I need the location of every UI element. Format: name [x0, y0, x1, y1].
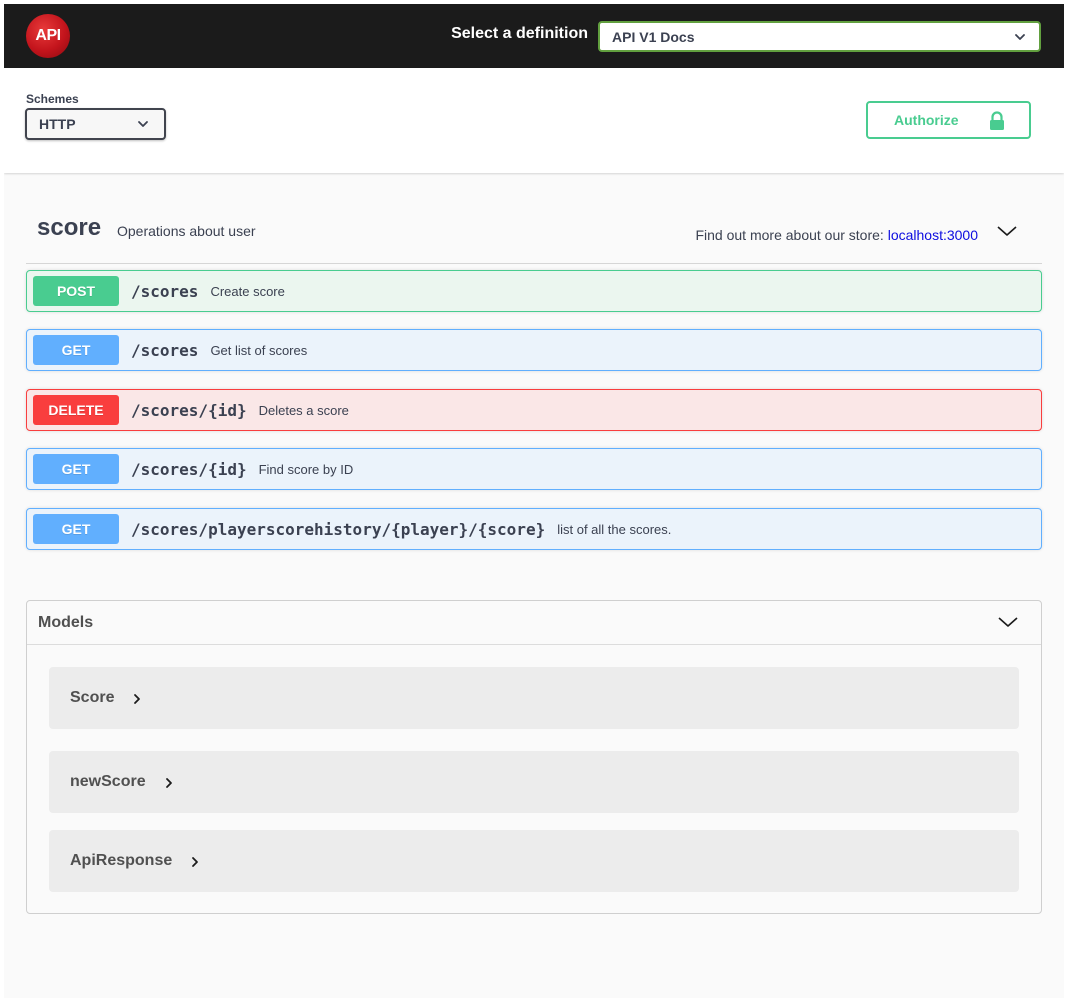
topbar: API Select a definition API V1 Docs — [4, 4, 1064, 68]
model-item-apiresponse[interactable]: ApiResponse — [49, 830, 1019, 892]
opblock-post-scores[interactable]: POST /scores Create score — [26, 270, 1042, 312]
model-name: newScore — [70, 773, 146, 790]
operation-path: /scores — [131, 340, 199, 360]
opblock-get-score-by-id[interactable]: GET /scores/{id} Find score by ID — [26, 448, 1042, 490]
chevron-down-icon[interactable] — [996, 224, 1018, 238]
chevron-right-icon — [192, 857, 199, 867]
operation-summary: Deletes a score — [258, 402, 349, 418]
authorize-button[interactable]: Authorize — [866, 101, 1031, 139]
chevron-down-icon — [138, 121, 148, 127]
model-name: Score — [70, 689, 115, 706]
models-header[interactable]: Models — [27, 601, 1041, 645]
tag-external-prefix: Find out more about our store: — [695, 227, 884, 243]
operation-summary: Find score by ID — [258, 461, 354, 477]
tag-name: score — [37, 214, 102, 241]
method-badge: DELETE — [33, 395, 119, 425]
operation-path: /scores/{id} — [131, 400, 247, 420]
models-section: Models Score newScore ApiResponse — [26, 600, 1042, 914]
tag-header-score[interactable]: score Operations about user Find out mor… — [26, 198, 1042, 264]
opblock-delete-score[interactable]: DELETE /scores/{id} Deletes a score — [26, 389, 1042, 431]
method-badge: GET — [33, 335, 119, 365]
method-badge: POST — [33, 276, 119, 306]
operation-summary: Get list of scores — [210, 342, 308, 358]
schemes-selected-value: HTTP — [39, 116, 76, 132]
swagger-ui: API Select a definition API V1 Docs Sche… — [4, 4, 1064, 998]
api-logo[interactable]: API — [26, 14, 70, 58]
authorize-label: Authorize — [894, 112, 959, 128]
opblock-get-player-score-history[interactable]: GET /scores/playerscorehistory/{player}/… — [26, 508, 1042, 550]
opblock-get-scores[interactable]: GET /scores Get list of scores — [26, 329, 1042, 371]
schemes-label: Schemes — [26, 92, 79, 106]
operation-path: /scores — [131, 281, 199, 301]
definition-label: Select a definition — [451, 25, 588, 42]
model-item-score[interactable]: Score — [49, 667, 1019, 729]
operation-summary: Create score — [210, 283, 285, 299]
schemes-select[interactable]: HTTP — [25, 108, 166, 140]
tag-description: Operations about user — [117, 223, 256, 239]
operation-path: /scores/playerscorehistory/{player}/{sco… — [131, 519, 546, 539]
tag-external-link[interactable]: localhost:3000 — [888, 227, 978, 243]
operation-path: /scores/{id} — [131, 459, 247, 479]
model-item-newscore[interactable]: newScore — [49, 751, 1019, 813]
logo-text: API — [35, 27, 61, 44]
chevron-down-icon[interactable] — [997, 615, 1019, 629]
method-badge: GET — [33, 514, 119, 544]
operation-summary: list of all the scores. — [557, 521, 672, 537]
chevron-right-icon — [134, 694, 141, 704]
lock-icon — [990, 111, 1004, 130]
definition-selected-value: API V1 Docs — [612, 28, 695, 45]
tag-external-docs: Find out more about our store: localhost… — [695, 227, 978, 243]
model-name: ApiResponse — [70, 852, 173, 869]
definition-select[interactable]: API V1 Docs — [598, 21, 1041, 52]
chevron-right-icon — [165, 778, 172, 788]
chevron-down-icon — [1015, 33, 1025, 40]
models-title: Models — [38, 614, 94, 631]
scheme-container: Schemes HTTP Authorize — [4, 68, 1064, 173]
method-badge: GET — [33, 454, 119, 484]
